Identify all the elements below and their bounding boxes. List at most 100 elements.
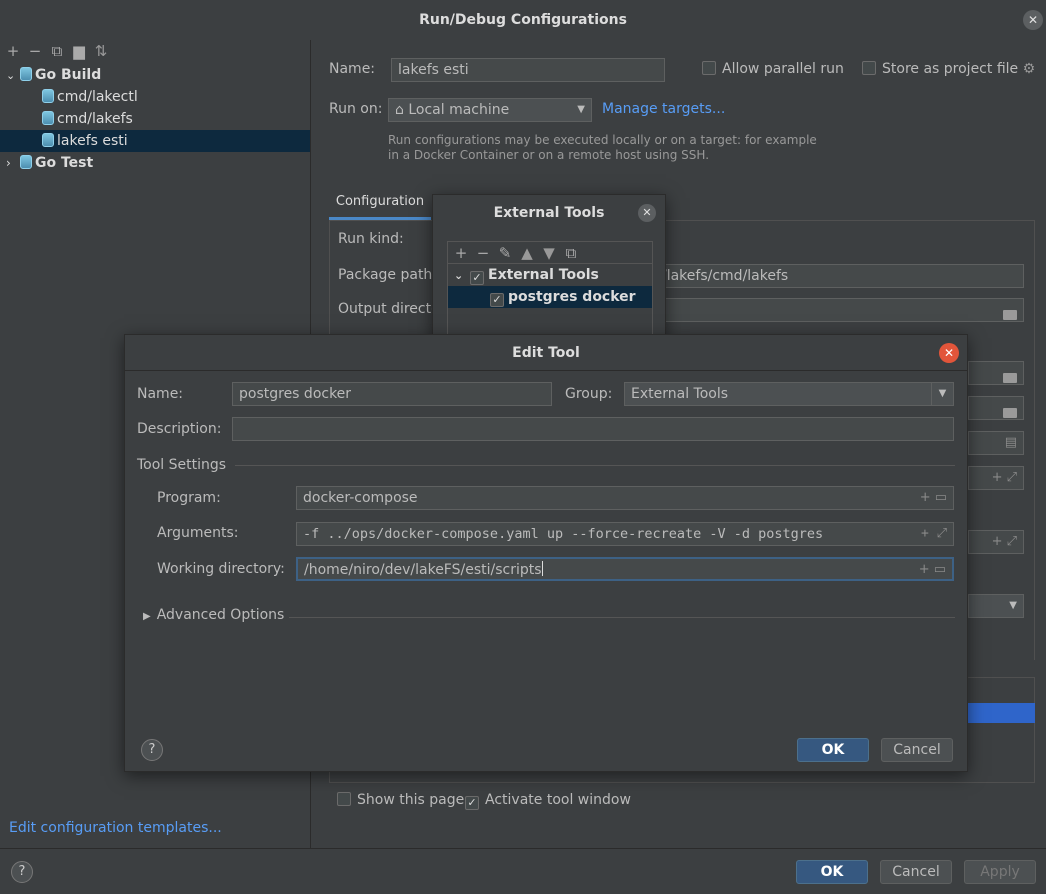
checkbox-icon xyxy=(702,61,716,75)
edit-tool-title: Edit Tool xyxy=(125,335,967,371)
tool-group-select[interactable]: External Tools ▼ xyxy=(624,382,954,406)
field-input-5[interactable] xyxy=(968,396,1024,420)
working-directory-label: Working directory: xyxy=(157,561,285,577)
apply-button[interactable]: Apply xyxy=(964,860,1036,884)
tool-settings-separator xyxy=(235,465,955,466)
working-directory-input[interactable]: /home/niro/dev/lakeFS/esti/scripts + ▭ xyxy=(296,557,954,581)
advanced-options-toggle[interactable]: ▶ Advanced Options xyxy=(143,607,284,623)
config-name-input[interactable]: lakefs esti xyxy=(391,58,665,82)
field-input-4[interactable] xyxy=(968,361,1024,385)
checkbox-icon xyxy=(337,792,351,806)
edit-tool-close-icon[interactable]: ✕ xyxy=(939,343,959,363)
tab-configuration[interactable]: Configuration xyxy=(329,187,431,220)
edit-tool-ok-button[interactable]: OK xyxy=(797,738,869,762)
tree-item-lakefs[interactable]: cmd/lakefs xyxy=(0,108,310,130)
field-input-8[interactable]: + ⤢ xyxy=(968,530,1024,554)
remove-icon[interactable]: − xyxy=(472,242,494,264)
cancel-button[interactable]: Cancel xyxy=(880,860,952,884)
copy-icon[interactable]: ⧉ xyxy=(560,242,582,264)
help-button[interactable]: ? xyxy=(11,861,33,883)
external-tools-close-icon[interactable]: ✕ xyxy=(638,204,656,222)
move-up-icon[interactable]: ▲ xyxy=(516,242,538,264)
tree-group-go-build[interactable]: ⌄ Go Build xyxy=(0,64,310,86)
show-page-checkbox[interactable]: Show this page xyxy=(337,792,464,808)
output-dir-label: Output directo xyxy=(338,301,440,317)
go-icon xyxy=(20,67,32,81)
insert-macro-expand-icon[interactable]: + ⤢ xyxy=(916,523,947,545)
checkbox-checked-icon[interactable]: ✓ xyxy=(470,271,484,285)
checkbox-checked-icon: ✓ xyxy=(465,796,479,810)
sidebar-toolbar: + − ⧉ ▆ ⇅ xyxy=(0,40,310,62)
insert-macro-folder-icon[interactable]: + ▭ xyxy=(920,487,947,509)
external-tools-item[interactable]: ✓ postgres docker xyxy=(448,286,652,308)
tool-settings-heading: Tool Settings xyxy=(137,457,227,473)
move-down-icon[interactable]: ▼ xyxy=(538,242,560,264)
tool-name-label: Name: xyxy=(137,386,184,402)
dropdown-arrow-icon: ▼ xyxy=(931,383,953,405)
field-input-7[interactable]: + ⤢ xyxy=(968,466,1024,490)
external-tools-dialog: External Tools ✕ + − ✎ ▲ ▼ ⧉ ⌄ ✓ External Tools… xyxy=(432,194,666,341)
gear-icon[interactable]: ⚙ xyxy=(1023,61,1036,77)
chevron-down-icon[interactable]: ⌄ xyxy=(6,65,20,87)
chevron-right-icon[interactable]: ▶ xyxy=(143,611,151,622)
field-select-9[interactable]: ▼ xyxy=(968,594,1024,618)
dropdown-arrow-icon: ▼ xyxy=(1009,600,1017,611)
folder-add-icon[interactable]: ▆ xyxy=(68,42,90,60)
text-cursor xyxy=(541,561,543,576)
folder-icon[interactable] xyxy=(1003,403,1017,425)
add-icon[interactable]: + xyxy=(2,42,24,60)
run-on-hint-1: Run configurations may be executed local… xyxy=(388,133,817,147)
output-dir-input[interactable] xyxy=(655,298,1024,322)
edit-pencil-icon[interactable]: ✎ xyxy=(494,242,516,264)
folder-icon[interactable] xyxy=(1003,305,1017,327)
external-tools-tree: + − ✎ ▲ ▼ ⧉ ⌄ ✓ External Tools ✓ postgres docker xyxy=(447,241,653,341)
sort-icon[interactable]: ⇅ xyxy=(90,42,112,60)
expand-icon[interactable]: + ⤢ xyxy=(992,531,1017,553)
arguments-input[interactable]: -f ../ops/docker-compose.yaml up --force… xyxy=(296,522,954,546)
edit-tool-cancel-button[interactable]: Cancel xyxy=(881,738,953,762)
store-project-checkbox[interactable]: Store as project file ⚙ xyxy=(862,61,1035,77)
arguments-label: Arguments: xyxy=(157,525,239,541)
tool-name-input[interactable]: postgres docker xyxy=(232,382,552,406)
checkbox-checked-icon[interactable]: ✓ xyxy=(490,293,504,307)
go-icon xyxy=(42,133,54,147)
advanced-options-separator xyxy=(289,617,955,618)
dropdown-arrow-icon: ▼ xyxy=(577,104,585,115)
external-tools-toolbar: + − ✎ ▲ ▼ ⧉ xyxy=(448,242,652,264)
tool-group-label: Group: xyxy=(565,386,613,402)
package-path-label: Package path: xyxy=(338,267,438,283)
external-tools-group[interactable]: ⌄ ✓ External Tools xyxy=(448,264,652,286)
tree-item-lakectl[interactable]: cmd/lakectl xyxy=(0,86,310,108)
add-icon[interactable]: + xyxy=(450,242,472,264)
chevron-right-icon[interactable]: › xyxy=(6,152,20,174)
remove-icon[interactable]: − xyxy=(24,42,46,60)
external-tools-title: External Tools xyxy=(493,205,605,221)
package-path-input[interactable]: /lakefs/cmd/lakefs xyxy=(655,264,1024,288)
copy-icon[interactable]: ⧉ xyxy=(46,42,68,60)
edit-tool-help-button[interactable]: ? xyxy=(141,739,163,761)
edit-templates-link[interactable]: Edit configuration templates... xyxy=(9,820,222,836)
folder-icon[interactable] xyxy=(1003,368,1017,390)
program-input[interactable]: docker-compose + ▭ xyxy=(296,486,954,510)
checkbox-icon xyxy=(862,61,876,75)
manage-targets-link[interactable]: Manage targets... xyxy=(602,101,725,117)
before-launch-selected-row[interactable] xyxy=(968,703,1035,723)
tree-item-lakefs-esti[interactable]: lakefs esti xyxy=(0,130,310,152)
name-label: Name: xyxy=(329,61,376,77)
ok-button[interactable]: OK xyxy=(796,860,868,884)
go-icon xyxy=(20,155,32,169)
activate-tool-checkbox[interactable]: ✓ Activate tool window xyxy=(465,792,631,810)
tree-group-go-test[interactable]: › Go Test xyxy=(0,152,310,174)
tool-description-input[interactable] xyxy=(232,417,954,441)
program-label: Program: xyxy=(157,490,221,506)
allow-parallel-checkbox[interactable]: Allow parallel run xyxy=(702,61,844,77)
window-title: Run/Debug Configurations xyxy=(0,0,1046,40)
document-icon[interactable]: ▤ xyxy=(1005,432,1017,454)
chevron-down-icon[interactable]: ⌄ xyxy=(454,265,470,287)
run-on-select[interactable]: ⌂ Local machine ▼ xyxy=(388,98,592,122)
window-close-icon[interactable]: ✕ xyxy=(1023,10,1043,30)
insert-macro-folder-icon[interactable]: + ▭ xyxy=(919,559,946,581)
field-input-6[interactable]: ▤ xyxy=(968,431,1024,455)
edit-tool-dialog: Edit Tool ✕ Name: postgres docker Group:… xyxy=(124,334,968,772)
expand-icon[interactable]: + ⤢ xyxy=(992,467,1017,489)
